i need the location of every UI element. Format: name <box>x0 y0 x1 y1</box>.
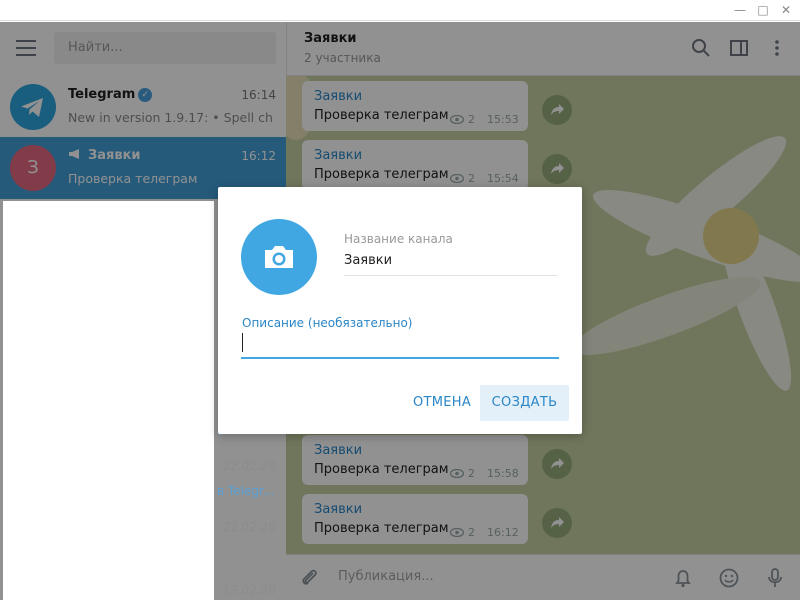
hidden-text-fragment: в Telegr... <box>217 484 275 498</box>
blank-panel <box>3 201 214 600</box>
create-button[interactable]: СОЗДАТЬ <box>480 385 569 421</box>
chat-date: 22.02.20 <box>222 520 276 534</box>
description-label: Описание (необязательно) <box>242 316 413 330</box>
close-icon[interactable]: ✕ <box>774 0 798 21</box>
channel-name-label: Название канала <box>344 232 453 246</box>
cancel-button[interactable]: ОТМЕНА <box>392 385 492 421</box>
chat-date: 19.02.20 <box>222 583 276 597</box>
text-cursor <box>242 333 243 352</box>
camera-icon <box>265 246 293 268</box>
channel-name-field[interactable]: Заявки <box>344 250 558 276</box>
window-titlebar: — □ ✕ <box>0 0 800 21</box>
create-channel-dialog: Название канала Заявки Описание (необяза… <box>218 187 582 434</box>
minimize-icon[interactable]: — <box>728 0 752 21</box>
maximize-icon[interactable]: □ <box>751 0 775 21</box>
set-photo-button[interactable] <box>241 219 317 295</box>
chat-date: 22.02.20 <box>222 459 276 473</box>
description-field[interactable] <box>241 333 559 359</box>
